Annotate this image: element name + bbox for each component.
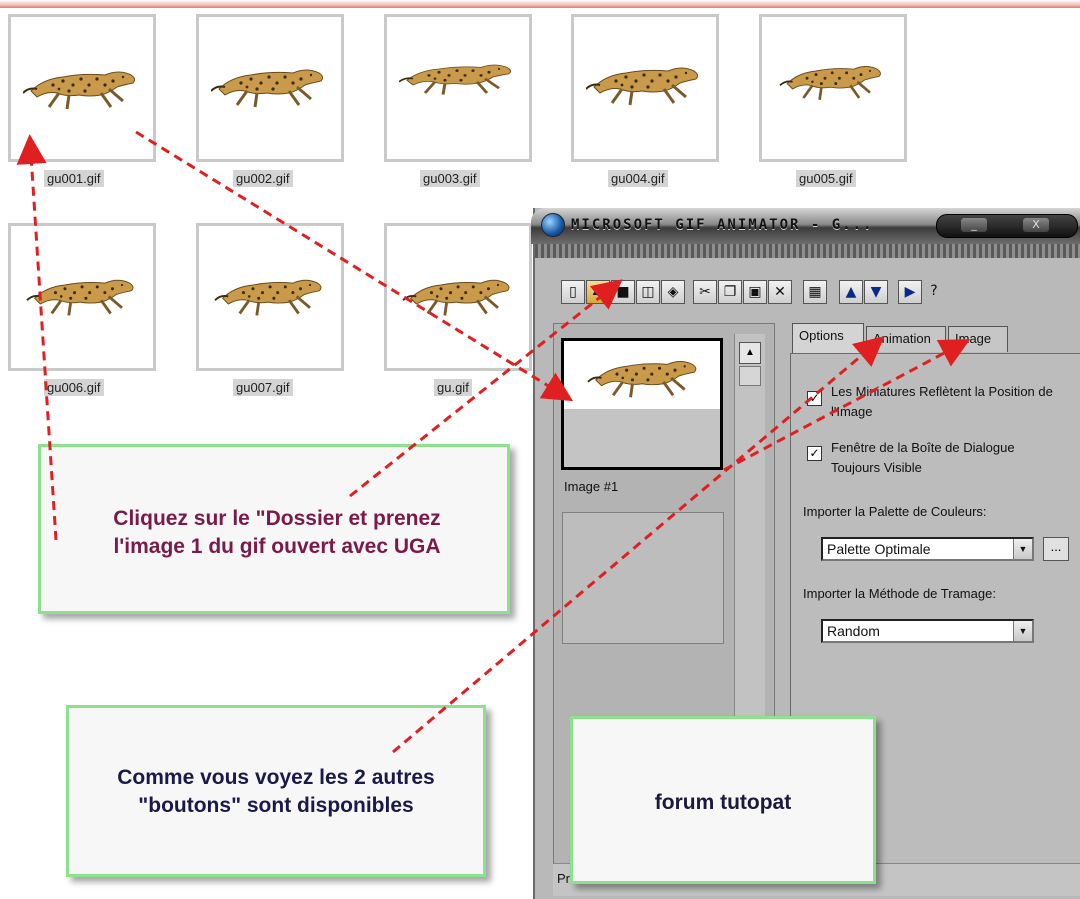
frame-label: Image #1	[564, 479, 619, 494]
scroll-thumb[interactable]	[739, 366, 761, 386]
help-icon[interactable]: ?	[923, 280, 945, 304]
file-thumbnail-gu001[interactable]	[8, 14, 156, 162]
cheetah-image	[778, 65, 882, 102]
file-label[interactable]: gu006.gif	[44, 379, 104, 396]
file-thumbnail-gu003[interactable]	[384, 14, 532, 162]
file-label[interactable]: gu.gif	[434, 379, 472, 396]
save-as-icon[interactable]: ◈	[661, 280, 685, 304]
cheetah-image	[401, 278, 511, 317]
scroll-up-icon[interactable]: ▲	[739, 342, 761, 364]
note-1-text: Cliquez sur le "Dossier et prenez l'imag…	[57, 505, 497, 561]
cheetah-image	[586, 66, 700, 107]
note-1-line-2: l'image 1 du gif ouvert avec UGA	[113, 535, 441, 558]
window-title: MICROSOFT GIF ANIMATOR - G...	[571, 217, 874, 233]
tab-options[interactable]: Options	[792, 323, 864, 353]
tab-image[interactable]: Image	[948, 326, 1008, 352]
close-button[interactable]: X	[1023, 218, 1049, 232]
frame-background	[564, 409, 720, 467]
move-down-icon[interactable]: ▼	[864, 280, 888, 304]
cheetah-image	[586, 360, 698, 399]
file-thumbnail-gu007[interactable]	[196, 223, 344, 371]
app-globe-icon	[541, 213, 565, 237]
chevron-down-icon[interactable]: ▼	[1013, 621, 1032, 641]
open-folder-icon[interactable]: ▰	[586, 280, 610, 304]
window-controls: _ X	[936, 214, 1078, 238]
frame-thumbnail-empty[interactable]	[562, 512, 724, 644]
new-icon[interactable]: ▯	[561, 280, 585, 304]
file-label[interactable]: gu007.gif	[233, 379, 293, 396]
note-2-text: Comme vous voyez les 2 autres "boutons" …	[69, 764, 483, 820]
note-2-line-1: Comme vous voyez les 2 autres	[117, 766, 435, 789]
cheetah-image	[213, 278, 323, 317]
tab-animation[interactable]: Animation	[866, 326, 946, 352]
chevron-down-icon[interactable]: ▼	[1013, 539, 1032, 559]
cheetah-image	[25, 278, 135, 317]
browse-palette-button[interactable]: ...	[1043, 537, 1069, 561]
toolbar: ▯ ▰ ■ ◫ ◈ ✂ ❐ ▣ ✕ ▦ ▲ ▼ ▶ ?	[535, 266, 1080, 318]
title-bar[interactable]: MICROSOFT GIF ANIMATOR - G... _ X	[531, 208, 1080, 244]
minimize-button[interactable]: _	[961, 218, 987, 232]
cheetah-image	[399, 63, 513, 97]
file-label[interactable]: gu005.gif	[796, 170, 856, 187]
dither-label: Importer la Méthode de Tramage:	[803, 586, 996, 601]
save-icon[interactable]: ■	[611, 280, 635, 304]
thumb-reflect-checkbox[interactable]: ✓	[807, 391, 822, 406]
paste-icon[interactable]: ▣	[743, 280, 767, 304]
file-thumbnail-gu[interactable]	[384, 223, 532, 371]
insert-icon[interactable]: ◫	[636, 280, 660, 304]
cut-icon[interactable]: ✂	[693, 280, 717, 304]
note-2-line-2: "boutons" sont disponibles	[138, 794, 414, 817]
file-label[interactable]: gu003.gif	[420, 170, 480, 187]
title-grip	[535, 244, 1080, 258]
tab-bar: Options Animation Image	[788, 323, 1080, 356]
copy-icon[interactable]: ❐	[718, 280, 742, 304]
annotation-note-2: Comme vous voyez les 2 autres "boutons" …	[66, 705, 486, 877]
file-thumbnail-gu002[interactable]	[196, 14, 344, 162]
annotation-note-1: Cliquez sur le "Dossier et prenez l'imag…	[38, 444, 510, 614]
note-1-line-1: Cliquez sur le "Dossier et prenez	[113, 507, 441, 530]
file-label[interactable]: gu002.gif	[233, 170, 293, 187]
palette-select[interactable]: Palette Optimale ▼	[821, 537, 1034, 561]
cheetah-image	[23, 70, 137, 111]
delete-icon[interactable]: ✕	[768, 280, 792, 304]
note-3-text: forum tutopat	[654, 791, 792, 814]
annotation-note-3: forum tutopat	[570, 716, 876, 884]
cheetah-image	[211, 68, 325, 109]
play-icon[interactable]: ▶	[898, 280, 922, 304]
file-label[interactable]: gu004.gif	[608, 170, 668, 187]
palette-value: Palette Optimale	[827, 541, 931, 557]
select-all-icon[interactable]: ▦	[803, 280, 827, 304]
file-thumbnail-gu006[interactable]	[8, 223, 156, 371]
palette-label: Importer la Palette de Couleurs:	[803, 504, 987, 519]
dialog-visible-checkbox[interactable]: ✓	[807, 446, 822, 461]
frame-thumbnail-1[interactable]	[561, 338, 723, 470]
file-label[interactable]: gu001.gif	[44, 170, 104, 187]
move-up-icon[interactable]: ▲	[839, 280, 863, 304]
dither-value: Random	[827, 623, 880, 639]
file-thumbnail-gu005[interactable]	[759, 14, 907, 162]
thumb-reflect-label: Les Miniatures Reflètent la Position de …	[831, 384, 1053, 419]
dialog-visible-label: Fenêtre de la Boîte de Dialogue Toujours…	[831, 440, 1015, 475]
top-border	[0, 0, 1080, 8]
dither-select[interactable]: Random ▼	[821, 619, 1034, 643]
file-thumbnail-gu004[interactable]	[571, 14, 719, 162]
